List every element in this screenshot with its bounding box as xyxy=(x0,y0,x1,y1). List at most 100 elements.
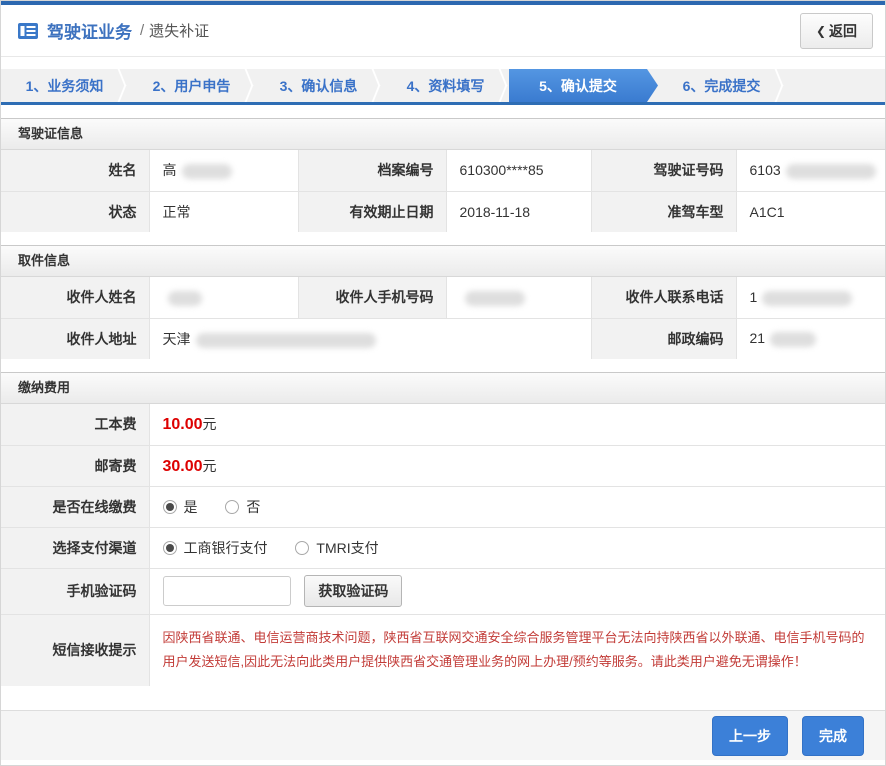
redacted-value xyxy=(168,291,202,306)
radio-channel-tmri[interactable]: TMRI支付 xyxy=(295,538,378,558)
field-value: 正常 xyxy=(149,191,298,232)
radio-label: TMRI支付 xyxy=(316,538,378,558)
steps-nav: 1、业务须知 2、用户申告 3、确认信息 4、资料填写 5、确认提交 6、完成提… xyxy=(1,69,885,105)
radio-channel-icbc[interactable]: 工商银行支付 xyxy=(163,538,268,558)
delivery-info-table: 收件人姓名 收件人手机号码 收件人联系电话 1 收件人地址 天津 邮政编码 21 xyxy=(1,277,885,359)
footer-area: 上一步 完成 xyxy=(1,710,885,765)
table-row: 收件人姓名 收件人手机号码 收件人联系电话 1 xyxy=(1,277,885,318)
radio-label: 工商银行支付 xyxy=(184,538,268,558)
field-label: 驾驶证号码 xyxy=(591,150,736,191)
fee-value: 10.00元 xyxy=(149,404,885,445)
breadcrumb-current: 遗失补证 xyxy=(149,20,209,41)
redacted-value xyxy=(196,333,376,348)
back-label: 返回 xyxy=(829,21,857,41)
footer-bar: 上一步 完成 xyxy=(1,711,885,760)
field-label: 选择支付渠道 xyxy=(1,527,149,568)
field-label: 有效期止日期 xyxy=(298,191,446,232)
field-value xyxy=(149,277,298,318)
field-label: 准驾车型 xyxy=(591,191,736,232)
step-label: 3、确认信息 xyxy=(280,76,358,96)
table-row: 收件人地址 天津 邮政编码 21 xyxy=(1,318,885,359)
field-label: 短信接收提示 xyxy=(1,614,149,686)
section-title: 取件信息 xyxy=(1,246,885,277)
field-label: 姓名 xyxy=(1,150,149,191)
page: 驾驶证业务 / 遗失补证 ❮ 返回 1、业务须知 2、用户申告 3、确认信息 4… xyxy=(0,0,886,766)
payment-section: 缴纳费用 工本费 10.00元 邮寄费 30.00元 是否在线缴费 是 否 选择… xyxy=(1,372,885,686)
back-button[interactable]: ❮ 返回 xyxy=(800,13,873,49)
sms-notice-text: 因陕西省联通、电信运营商技术问题，陕西省互联网交通安全综合服务管理平台无法向持陕… xyxy=(163,616,885,685)
finish-button[interactable]: 完成 xyxy=(802,716,864,756)
redacted-value xyxy=(465,291,525,306)
table-row: 邮寄费 30.00元 xyxy=(1,445,885,486)
step-label: 6、完成提交 xyxy=(683,76,761,96)
step-label: 4、资料填写 xyxy=(407,76,485,96)
field-label: 档案编号 xyxy=(298,150,446,191)
page-title: 驾驶证业务 xyxy=(47,18,132,43)
table-row: 工本费 10.00元 xyxy=(1,404,885,445)
payment-channel-options: 工商银行支付 TMRI支付 xyxy=(149,527,885,568)
sms-notice-cell: 因陕西省联通、电信运营商技术问题，陕西省互联网交通安全综合服务管理平台无法向持陕… xyxy=(149,614,885,686)
field-value xyxy=(446,277,591,318)
license-info-table: 姓名 高 档案编号 610300****85 驾驶证号码 6103 状态 正常 … xyxy=(1,150,885,232)
field-value: 2018-11-18 xyxy=(446,191,591,232)
fee-amount: 10.00 xyxy=(163,416,203,433)
step-tab-6[interactable]: 6、完成提交 xyxy=(658,69,785,102)
prev-step-button[interactable]: 上一步 xyxy=(712,716,788,756)
field-label: 状态 xyxy=(1,191,149,232)
get-sms-code-button[interactable]: 获取验证码 xyxy=(304,575,402,607)
page-header: 驾驶证业务 / 遗失补证 ❮ 返回 xyxy=(1,5,885,57)
field-label: 手机验证码 xyxy=(1,568,149,614)
radio-unselected-icon xyxy=(225,500,239,514)
radio-selected-icon xyxy=(163,500,177,514)
delivery-info-section: 取件信息 收件人姓名 收件人手机号码 收件人联系电话 1 收件人地址 天津 邮政… xyxy=(1,245,885,359)
field-label: 工本费 xyxy=(1,404,149,445)
table-row: 短信接收提示 因陕西省联通、电信运营商技术问题，陕西省互联网交通安全综合服务管理… xyxy=(1,614,885,686)
field-value: 21 xyxy=(736,318,885,359)
license-list-icon xyxy=(17,22,39,40)
redacted-value xyxy=(762,291,852,306)
step-tab-3[interactable]: 3、确认信息 xyxy=(255,69,382,102)
table-row: 选择支付渠道 工商银行支付 TMRI支付 xyxy=(1,527,885,568)
back-chevron-icon: ❮ xyxy=(816,24,826,38)
fee-value: 30.00元 xyxy=(149,445,885,486)
breadcrumb: 驾驶证业务 / 遗失补证 xyxy=(17,18,209,43)
step-label: 2、用户申告 xyxy=(153,76,231,96)
step-tab-2[interactable]: 2、用户申告 xyxy=(128,69,255,102)
redacted-value xyxy=(182,164,232,179)
table-row: 手机验证码 获取验证码 xyxy=(1,568,885,614)
step-tab-5-active[interactable]: 5、确认提交 xyxy=(509,69,658,102)
fee-amount: 30.00 xyxy=(163,458,203,475)
license-info-section: 驾驶证信息 姓名 高 档案编号 610300****85 驾驶证号码 6103 … xyxy=(1,118,885,232)
radio-unselected-icon xyxy=(295,541,309,555)
redacted-value xyxy=(770,332,816,347)
field-value: A1C1 xyxy=(736,191,885,232)
radio-label: 否 xyxy=(246,497,260,517)
field-value: 高 xyxy=(149,150,298,191)
step-tab-1[interactable]: 1、业务须知 xyxy=(1,69,128,102)
field-label: 收件人手机号码 xyxy=(298,277,446,318)
field-label: 收件人地址 xyxy=(1,318,149,359)
radio-selected-icon xyxy=(163,541,177,555)
step-label: 1、业务须知 xyxy=(26,76,104,96)
captcha-cell: 获取验证码 xyxy=(149,568,885,614)
steps-filler xyxy=(785,69,885,102)
field-label: 邮寄费 xyxy=(1,445,149,486)
field-value: 天津 xyxy=(149,318,591,359)
field-value: 610300****85 xyxy=(446,150,591,191)
payment-table: 工本费 10.00元 邮寄费 30.00元 是否在线缴费 是 否 选择支付渠道 … xyxy=(1,404,885,686)
section-title: 缴纳费用 xyxy=(1,373,885,404)
breadcrumb-separator: / xyxy=(140,22,144,39)
field-value: 6103 xyxy=(736,150,885,191)
field-label: 邮政编码 xyxy=(591,318,736,359)
radio-online-no[interactable]: 否 xyxy=(225,497,260,517)
table-row: 姓名 高 档案编号 610300****85 驾驶证号码 6103 xyxy=(1,150,885,191)
sms-code-input[interactable] xyxy=(163,576,291,606)
fee-unit: 元 xyxy=(203,416,217,432)
radio-online-yes[interactable]: 是 xyxy=(163,497,198,517)
redacted-value xyxy=(786,164,876,179)
online-payment-options: 是 否 xyxy=(149,486,885,527)
field-value: 1 xyxy=(736,277,885,318)
field-label: 收件人姓名 xyxy=(1,277,149,318)
section-title: 驾驶证信息 xyxy=(1,119,885,150)
step-tab-4[interactable]: 4、资料填写 xyxy=(382,69,509,102)
